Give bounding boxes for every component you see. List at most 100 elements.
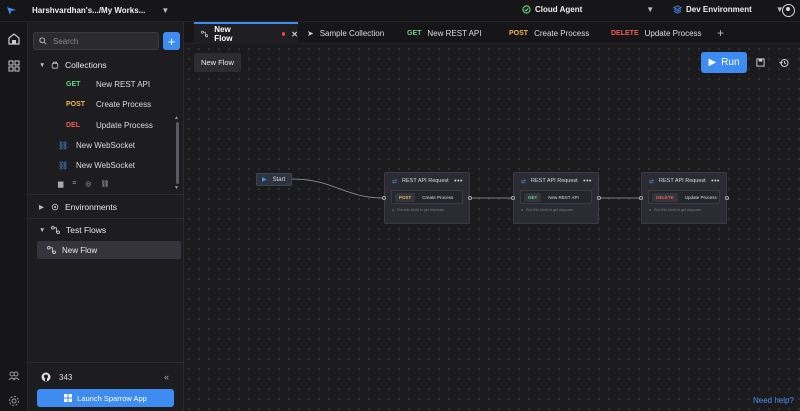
settings-icon[interactable] [7, 394, 20, 407]
test-flow-item[interactable]: New Flow [37, 241, 181, 259]
method-badge: GET [407, 29, 422, 37]
search-box[interactable] [33, 32, 159, 50]
method-badge: POST [509, 29, 529, 37]
method-badge: DELETE [652, 192, 678, 202]
agent-label: Cloud Agent [535, 5, 583, 14]
endpoint-name: Create Process [422, 194, 454, 200]
collections-label: Collections [65, 60, 107, 70]
launch-label: Launch Sparrow App [77, 393, 147, 403]
start-label: Start [272, 176, 286, 183]
info-icon: ● [521, 208, 524, 212]
flow-canvas[interactable]: New Flow ▶ Run ▶ Start ⇄ REST API Reques… [184, 44, 800, 411]
need-help-link[interactable]: Need help? [753, 396, 794, 405]
environments-header[interactable]: ▶ Environments [39, 202, 117, 212]
websocket-icon: ⛓ [58, 161, 69, 170]
layers-icon [673, 5, 682, 14]
link-icon[interactable]: ⛓ [100, 180, 109, 188]
chevron-down-icon[interactable]: ▼ [161, 6, 169, 15]
scrollbar[interactable] [176, 122, 179, 184]
tab-sample-collection[interactable]: ➤ Sample Collection [300, 22, 398, 44]
request-node[interactable]: ⇄ REST API Request ••• DELETE Update Pro… [641, 172, 727, 224]
search-icon [39, 37, 47, 45]
output-port[interactable] [597, 196, 601, 200]
workspace-title[interactable]: Harshvardhan's.../My Works... [32, 6, 145, 15]
collection-icon [51, 61, 59, 69]
tab-update-process[interactable]: DELETE Update Process [604, 22, 708, 44]
collection-item[interactable]: GET New REST API [66, 80, 150, 89]
endpoint-name: New REST API [548, 194, 579, 200]
websocket-name: New WebSocket [76, 141, 135, 150]
node-request[interactable]: POST Create Process [391, 190, 463, 204]
node-title: REST API Request [402, 178, 449, 184]
collapse-sidebar-icon[interactable]: « [164, 372, 169, 382]
github-link[interactable]: 343 [41, 372, 72, 382]
agent-selector[interactable]: Cloud Agent ▼ [522, 5, 654, 14]
websocket-item[interactable]: ⛓ New WebSocket [58, 141, 135, 150]
plus-icon: + [167, 33, 176, 49]
node-request[interactable]: GET New REST API [520, 190, 592, 204]
graph-icon[interactable]: ⌗ [72, 180, 76, 188]
team-icon[interactable] [7, 369, 20, 382]
launch-app-button[interactable]: Launch Sparrow App [37, 389, 174, 407]
request-node[interactable]: ⇄ REST API Request ••• POST Create Proce… [384, 172, 470, 224]
request-name: Create Process [96, 100, 152, 109]
tab-new-rest-api[interactable]: GET New REST API [400, 22, 500, 44]
start-node[interactable]: ▶ Start [256, 173, 292, 186]
more-icon[interactable]: ••• [454, 178, 463, 185]
method-badge: GET [66, 81, 81, 88]
info-icon: ● [392, 208, 395, 212]
request-node[interactable]: ⇄ REST API Request ••• GET New REST API … [513, 172, 599, 224]
input-port[interactable] [382, 196, 386, 200]
socket-io-icon[interactable]: ◎ [85, 180, 91, 188]
collection-item[interactable]: POST Create Process [66, 100, 151, 109]
tab-label: Sample Collection [319, 28, 385, 38]
more-icon[interactable]: ••• [583, 178, 592, 185]
node-request[interactable]: DELETE Update Process [648, 190, 720, 204]
node-title: REST API Request [659, 178, 706, 184]
more-icon[interactable]: ••• [711, 178, 720, 185]
collections-header[interactable]: ▼ Collections [39, 60, 107, 70]
home-icon[interactable] [7, 32, 20, 45]
flow-icon [47, 246, 56, 254]
flow-icon [201, 30, 209, 38]
input-port[interactable] [511, 196, 515, 200]
environment-selector[interactable]: Dev Environment ▼ [673, 5, 784, 14]
sparrow-logo-icon[interactable] [0, 0, 22, 22]
windows-icon [64, 394, 73, 402]
close-icon[interactable]: ✕ [291, 30, 298, 39]
search-input[interactable] [53, 36, 143, 46]
connection-lines [291, 178, 641, 199]
collection-item[interactable]: DEL Update Process [66, 121, 153, 130]
add-button[interactable]: + [163, 32, 180, 50]
endpoint-name: Update Process [684, 194, 717, 200]
grid-icon[interactable] [7, 59, 20, 72]
node-footer-text: Run this block to get response [654, 208, 702, 212]
node-header: ⇄ REST API Request ••• [642, 173, 726, 189]
flow-icon [51, 226, 60, 234]
scroll-down-icon[interactable]: ▼ [174, 185, 179, 191]
folder-icon[interactable]: ▆ [58, 180, 63, 188]
input-port[interactable] [639, 196, 643, 200]
method-badge: POST [395, 192, 416, 202]
output-port[interactable] [725, 196, 729, 200]
user-icon[interactable] [782, 4, 795, 17]
output-port[interactable] [468, 196, 472, 200]
tab-create-process[interactable]: POST Create Process [502, 22, 602, 44]
divider [28, 194, 184, 195]
request-name: Update Process [96, 121, 153, 130]
tab-new-flow[interactable]: New Flow ✕ [194, 22, 298, 44]
node-footer: ● Run this block to get response [392, 208, 469, 212]
websocket-item[interactable]: ⛓ New WebSocket [58, 161, 135, 170]
node-header: ⇄ REST API Request ••• [514, 173, 598, 189]
new-tab-button[interactable]: + [717, 26, 724, 40]
tab-label: Create Process [534, 28, 590, 38]
test-flows-header[interactable]: ▼ Test Flows [39, 225, 106, 235]
tab-label: Update Process [644, 28, 702, 38]
method-badge: DEL [66, 122, 80, 129]
environment-icon [51, 203, 59, 211]
collection-actions: ▆ ⌗ ◎ ⛓ [58, 180, 109, 188]
scroll-up-icon[interactable]: ▲ [174, 115, 179, 121]
environments-label: Environments [65, 202, 117, 212]
swap-icon: ⇄ [521, 178, 527, 185]
websocket-name: New WebSocket [76, 161, 135, 170]
